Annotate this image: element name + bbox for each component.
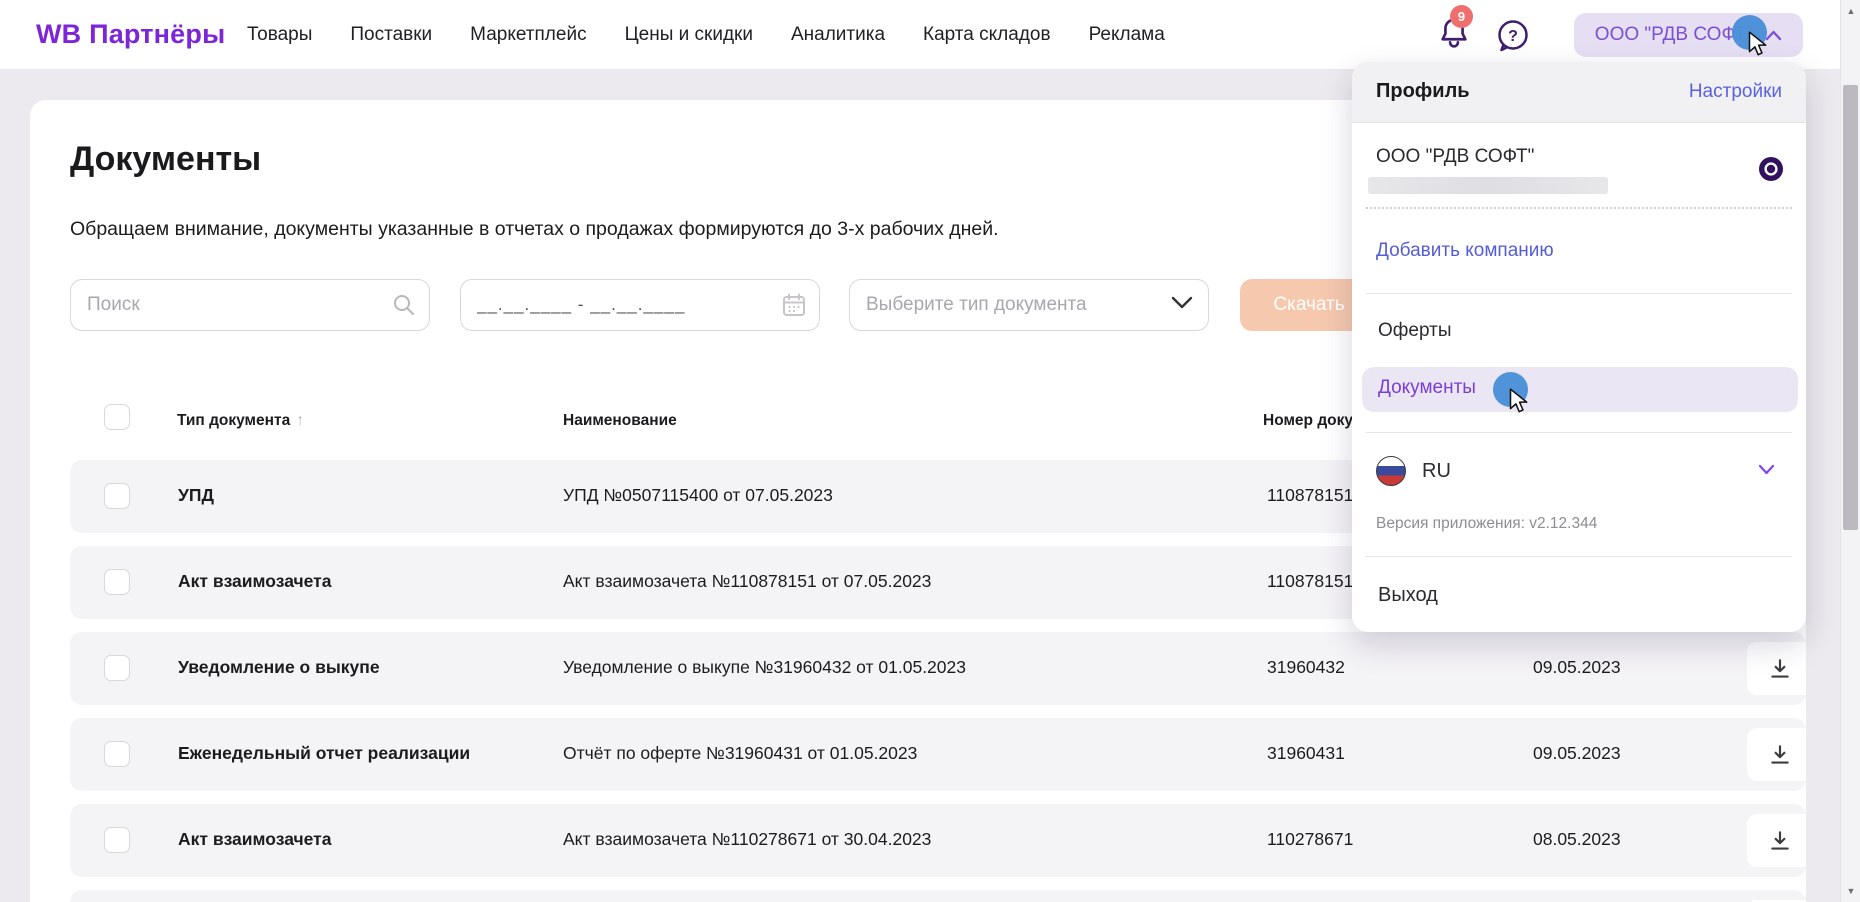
table-row[interactable]: Уведомление о выкупе Уведомление о выкуп… (70, 632, 1806, 705)
column-header-type[interactable]: Тип документа ↑ (177, 412, 304, 430)
document-type-select[interactable]: Выберите тип документа (849, 279, 1209, 331)
add-company-link[interactable]: Добавить компанию (1376, 240, 1554, 262)
column-header-name[interactable]: Наименование (563, 412, 677, 430)
cell-document-date: 08.05.2023 (1533, 829, 1621, 849)
table-row[interactable] (70, 890, 1806, 902)
cell-document-name: УПД №0507115400 от 07.05.2023 (563, 485, 833, 505)
notice-text: Обращаем внимание, документы указанные в… (70, 218, 999, 240)
download-icon (1771, 658, 1789, 678)
cell-document-number: 31960431 (1267, 743, 1345, 763)
sort-ascending-icon: ↑ (296, 412, 305, 429)
main-menu: Товары Поставки Маркетплейс Цены и скидк… (247, 0, 1165, 70)
page-title: Документы (70, 140, 262, 178)
cell-document-name: Уведомление о выкупе №31960432 от 01.05.… (563, 657, 966, 677)
nav-menu-item[interactable]: Поставки (350, 24, 432, 46)
company-selector-button[interactable]: ООО "РДВ СОФТ" (1574, 13, 1803, 57)
dotted-divider (1366, 207, 1792, 209)
row-checkbox[interactable] (104, 827, 130, 853)
svg-text:?: ? (1508, 28, 1518, 45)
download-icon (1771, 744, 1789, 764)
document-type-placeholder: Выберите тип документа (866, 294, 1087, 315)
help-button[interactable]: ? (1494, 17, 1532, 55)
radio-selected-icon[interactable] (1758, 156, 1784, 182)
scrollbar-thumb[interactable] (1843, 85, 1858, 530)
chevron-up-icon (1766, 30, 1782, 40)
divider (1366, 556, 1792, 557)
menu-item-documents-label: Документы (1378, 377, 1476, 398)
row-download-button[interactable] (1747, 728, 1806, 781)
date-range-input[interactable] (460, 279, 820, 331)
nav-menu-item[interactable]: Карта складов (923, 24, 1051, 46)
divider (1366, 432, 1792, 433)
vertical-scrollbar[interactable]: ▲ ▼ (1840, 0, 1860, 902)
profile-dropdown-header: Профиль Настройки (1352, 62, 1806, 123)
language-label: RU (1422, 459, 1451, 482)
cell-document-number: 31960432 (1267, 657, 1345, 677)
profile-company-name: ООО "РДВ СОФТ" (1376, 146, 1535, 167)
cell-document-number: 110278671 (1267, 829, 1354, 849)
profile-title: Профиль (1376, 80, 1470, 102)
language-selector[interactable]: RU (1376, 456, 1451, 486)
cell-document-type: Уведомление о выкупе (178, 657, 380, 677)
company-selector-label: ООО "РДВ СОФТ" (1594, 24, 1754, 45)
download-icon (1771, 830, 1789, 850)
notifications-button[interactable]: 9 (1434, 5, 1474, 60)
nav-menu-item[interactable]: Товары (247, 24, 312, 46)
app-screen: Документы Обращаем внимание, документы у… (0, 0, 1860, 902)
cell-document-name: Отчёт по оферте №31960431 от 01.05.2023 (563, 743, 918, 763)
nav-menu-item[interactable]: Реклама (1089, 24, 1165, 46)
cell-document-number: 110878151 (1267, 571, 1354, 591)
help-icon: ? (1498, 20, 1528, 52)
cell-document-date: 09.05.2023 (1533, 657, 1621, 677)
row-download-button[interactable] (1747, 814, 1806, 867)
search-field-wrap (70, 279, 430, 331)
top-navigation: WB Партнёры Товары Поставки Маркетплейс … (0, 0, 1860, 70)
redacted-company-details (1368, 177, 1608, 194)
date-range-field-wrap (460, 279, 820, 331)
row-checkbox[interactable] (104, 483, 130, 509)
table-row[interactable]: Еженедельный отчет реализации Отчёт по о… (70, 718, 1806, 791)
profile-dropdown: Профиль Настройки ООО "РДВ СОФТ" Добавит… (1352, 62, 1806, 632)
nav-menu-item[interactable]: Аналитика (791, 24, 885, 46)
cell-document-date: 09.05.2023 (1533, 743, 1621, 763)
row-checkbox[interactable] (104, 569, 130, 595)
nav-menu-item[interactable]: Цены и скидки (625, 24, 753, 46)
row-download-button[interactable] (1747, 642, 1806, 695)
scroll-up-arrow-icon[interactable]: ▲ (1841, 6, 1860, 16)
row-checkbox[interactable] (104, 741, 130, 767)
app-version-text: Версия приложения: v2.12.344 (1376, 515, 1598, 532)
cell-document-name: Акт взаимозачета №110278671 от 30.04.202… (563, 829, 932, 849)
app-logo[interactable]: WB Партнёры (36, 19, 225, 50)
cell-document-name: Акт взаимозачета №110878151 от 07.05.202… (563, 571, 932, 591)
select-all-checkbox[interactable] (104, 404, 130, 430)
menu-item-logout[interactable]: Выход (1378, 584, 1438, 607)
table-row[interactable]: Акт взаимозачета Акт взаимозачета №11027… (70, 804, 1806, 877)
settings-link[interactable]: Настройки (1689, 81, 1782, 103)
search-input[interactable] (70, 279, 430, 331)
cell-document-type: Акт взаимозачета (178, 571, 332, 591)
cell-document-type: Акт взаимозачета (178, 829, 332, 849)
divider (1366, 293, 1792, 294)
cell-document-type: УПД (178, 485, 214, 505)
nav-menu-item[interactable]: Маркетплейс (470, 24, 586, 46)
menu-item-documents[interactable]: Документы (1362, 367, 1798, 412)
row-checkbox[interactable] (104, 655, 130, 681)
menu-item-offers[interactable]: Оферты (1378, 320, 1452, 342)
chevron-down-icon (1171, 296, 1193, 309)
cell-document-number: 110878151 (1267, 485, 1354, 505)
cell-document-type: Еженедельный отчет реализации (178, 743, 471, 763)
notification-count-badge: 9 (1450, 5, 1473, 28)
russia-flag-icon (1376, 456, 1406, 486)
scroll-down-arrow-icon[interactable]: ▼ (1841, 886, 1860, 896)
chevron-down-icon (1758, 464, 1775, 475)
